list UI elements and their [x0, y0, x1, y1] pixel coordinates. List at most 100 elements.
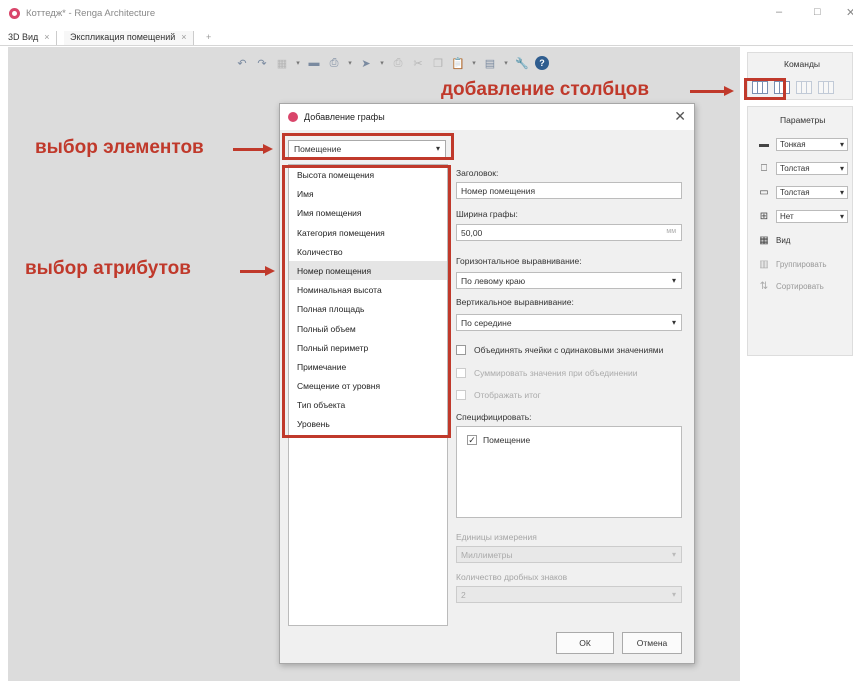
total-label: Отображать итог — [474, 390, 541, 400]
ok-button[interactable]: ОК — [556, 632, 614, 654]
chevron-down-icon[interactable]: ▾ — [295, 56, 301, 70]
border-thick-icon: ⎕ — [761, 162, 767, 174]
cancel-button[interactable]: Отмена — [622, 632, 682, 654]
sort-icon: ⇅ — [759, 280, 769, 292]
table-options-icon[interactable]: ▤ — [483, 56, 497, 70]
tab-3d-view[interactable]: 3D Вид × — [2, 31, 57, 45]
elements-highlight — [282, 133, 454, 160]
chevron-down-icon: ▾ — [671, 318, 676, 327]
chevron-down-icon: ▾ — [671, 550, 676, 559]
sort-label: Сортировать — [776, 281, 824, 291]
group-icon: ▥ — [759, 258, 769, 270]
toolbar: ↶ ↷ ▦ ▾ ▬ ⎙ ▾ ➤ ▾ ⎙ ✂ ❐ 📋 ▾ ▤ ▾ 🔧 ? — [235, 55, 549, 71]
parameters-title: Параметры — [780, 115, 826, 125]
param-row: ▭ Толстая ▾ — [756, 185, 853, 199]
printer-icon[interactable]: ⎙ — [391, 56, 405, 70]
arrow-head-icon — [724, 86, 734, 96]
close-tab-icon[interactable]: × — [181, 32, 186, 42]
close-icon[interactable]: ✕ — [674, 108, 686, 125]
delete-column-icon[interactable] — [818, 81, 834, 94]
undo-icon[interactable]: ↶ — [235, 56, 249, 70]
checkbox-box — [456, 390, 466, 400]
renga-logo-icon — [9, 8, 20, 19]
right-panel: Команды Параметры ▬ Тонкая ▾ ⎕ Толстая ▾ ▭… — [747, 46, 853, 686]
attributes-highlight — [282, 165, 451, 438]
table-view-icon: ▦ — [759, 234, 769, 246]
close-window-icon[interactable]: ✕ — [846, 6, 853, 19]
window-title: Коттедж* - Renga Architecture — [26, 8, 156, 19]
header-input[interactable]: Номер помещения — [456, 182, 682, 199]
line-thin-icon: ▬ — [759, 138, 769, 150]
group-label: Группировать — [776, 259, 827, 269]
cut-icon[interactable]: ✂ — [411, 56, 425, 70]
chevron-down-icon[interactable]: ▾ — [379, 56, 385, 70]
valign-label: Вертикальное выравнивание: — [456, 297, 574, 307]
halign-select[interactable]: По левому краю ▾ — [456, 272, 682, 289]
print-icon[interactable]: ⎙ — [327, 56, 341, 70]
edit-column-icon[interactable] — [796, 81, 812, 94]
width-label: Ширина графы: — [456, 209, 518, 219]
arrow-head-icon — [263, 144, 273, 154]
add-tab-icon[interactable]: + — [200, 31, 217, 45]
settings-wrench-icon[interactable]: 🔧 — [515, 56, 529, 70]
header-label: Заголовок: — [456, 168, 499, 178]
param-select[interactable]: Толстая ▾ — [776, 185, 848, 199]
chevron-down-icon[interactable]: ▾ — [503, 56, 509, 70]
annotation-arrow — [240, 270, 265, 273]
decimals-select: 2 ▾ — [456, 586, 682, 603]
view-3d-icon[interactable]: ▦ — [275, 56, 289, 70]
param-row: ⎕ Толстая ▾ — [756, 161, 853, 175]
specify-list: ✓ Помещение — [456, 426, 682, 518]
param-value[interactable]: Вид — [776, 236, 790, 245]
annotation-arrow — [690, 90, 724, 93]
tab-bar: 3D Вид × Экспликация помещений × + — [0, 30, 853, 46]
width-unit: мм — [666, 228, 676, 235]
chevron-down-icon[interactable]: ▾ — [471, 56, 477, 70]
specify-label: Специфицировать: — [456, 412, 532, 422]
valign-select[interactable]: По середине ▾ — [456, 314, 682, 331]
param-row: ▬ Тонкая ▾ — [756, 137, 853, 151]
dialog-header: Добавление графы ✕ — [280, 104, 694, 130]
merge-cells-checkbox[interactable]: Объединять ячейки с одинаковыми значения… — [456, 344, 663, 356]
sum-values-checkbox: Суммировать значения при объединении — [456, 367, 637, 379]
checkmark-icon[interactable]: ✓ — [467, 435, 477, 445]
show-total-checkbox: Отображать итог — [456, 389, 541, 401]
chevron-down-icon: ▾ — [671, 276, 676, 285]
parameters-panel: Параметры ▬ Тонкая ▾ ⎕ Толстая ▾ ▭ Толстая… — [747, 106, 853, 356]
specify-item[interactable]: ✓ Помещение — [467, 435, 530, 445]
arrow-head-icon — [265, 266, 275, 276]
maximize-icon[interactable]: □ — [814, 6, 821, 18]
minimize-icon[interactable]: – — [776, 6, 782, 18]
close-tab-icon[interactable]: × — [44, 32, 49, 42]
table-merge-icon: ⊞ — [759, 210, 769, 222]
sum-label: Суммировать значения при объединении — [474, 368, 638, 378]
param-row: ⊞ Нет ▾ — [756, 209, 853, 223]
sort-row[interactable]: ⇅ Сортировать — [756, 279, 853, 293]
redo-icon[interactable]: ↷ — [255, 56, 269, 70]
merge-label: Объединять ячейки с одинаковыми значения… — [474, 345, 664, 355]
param-row: ▦ Вид — [756, 233, 853, 247]
help-icon[interactable]: ? — [535, 56, 549, 70]
export-icon[interactable]: ➤ — [359, 56, 373, 70]
tab-label: Экспликация помещений — [70, 32, 176, 42]
copy-icon[interactable]: ❐ — [431, 56, 445, 70]
paste-icon[interactable]: 📋 — [451, 56, 465, 70]
commands-title: Команды — [784, 59, 821, 69]
annotation-arrow — [233, 148, 263, 151]
grid-icon[interactable]: ▬ — [307, 56, 321, 70]
param-select[interactable]: Толстая ▾ — [776, 161, 848, 175]
specify-item-label: Помещение — [483, 435, 531, 445]
units-label: Единицы измерения — [456, 532, 537, 542]
chevron-down-icon[interactable]: ▾ — [347, 56, 353, 70]
checkbox-box[interactable] — [456, 345, 466, 355]
param-select[interactable]: Нет ▾ — [776, 209, 848, 223]
renga-logo-icon — [288, 112, 298, 122]
group-row[interactable]: ▥ Группировать — [756, 257, 853, 271]
tab-room-schedule[interactable]: Экспликация помещений × — [64, 31, 194, 45]
param-select[interactable]: Тонкая ▾ — [776, 137, 848, 151]
columns-highlight — [744, 78, 786, 100]
decimals-label: Количество дробных знаков — [456, 572, 568, 582]
tab-label: 3D Вид — [8, 32, 39, 42]
units-select: Миллиметры ▾ — [456, 546, 682, 563]
width-input[interactable]: 50,00 мм — [456, 224, 682, 241]
